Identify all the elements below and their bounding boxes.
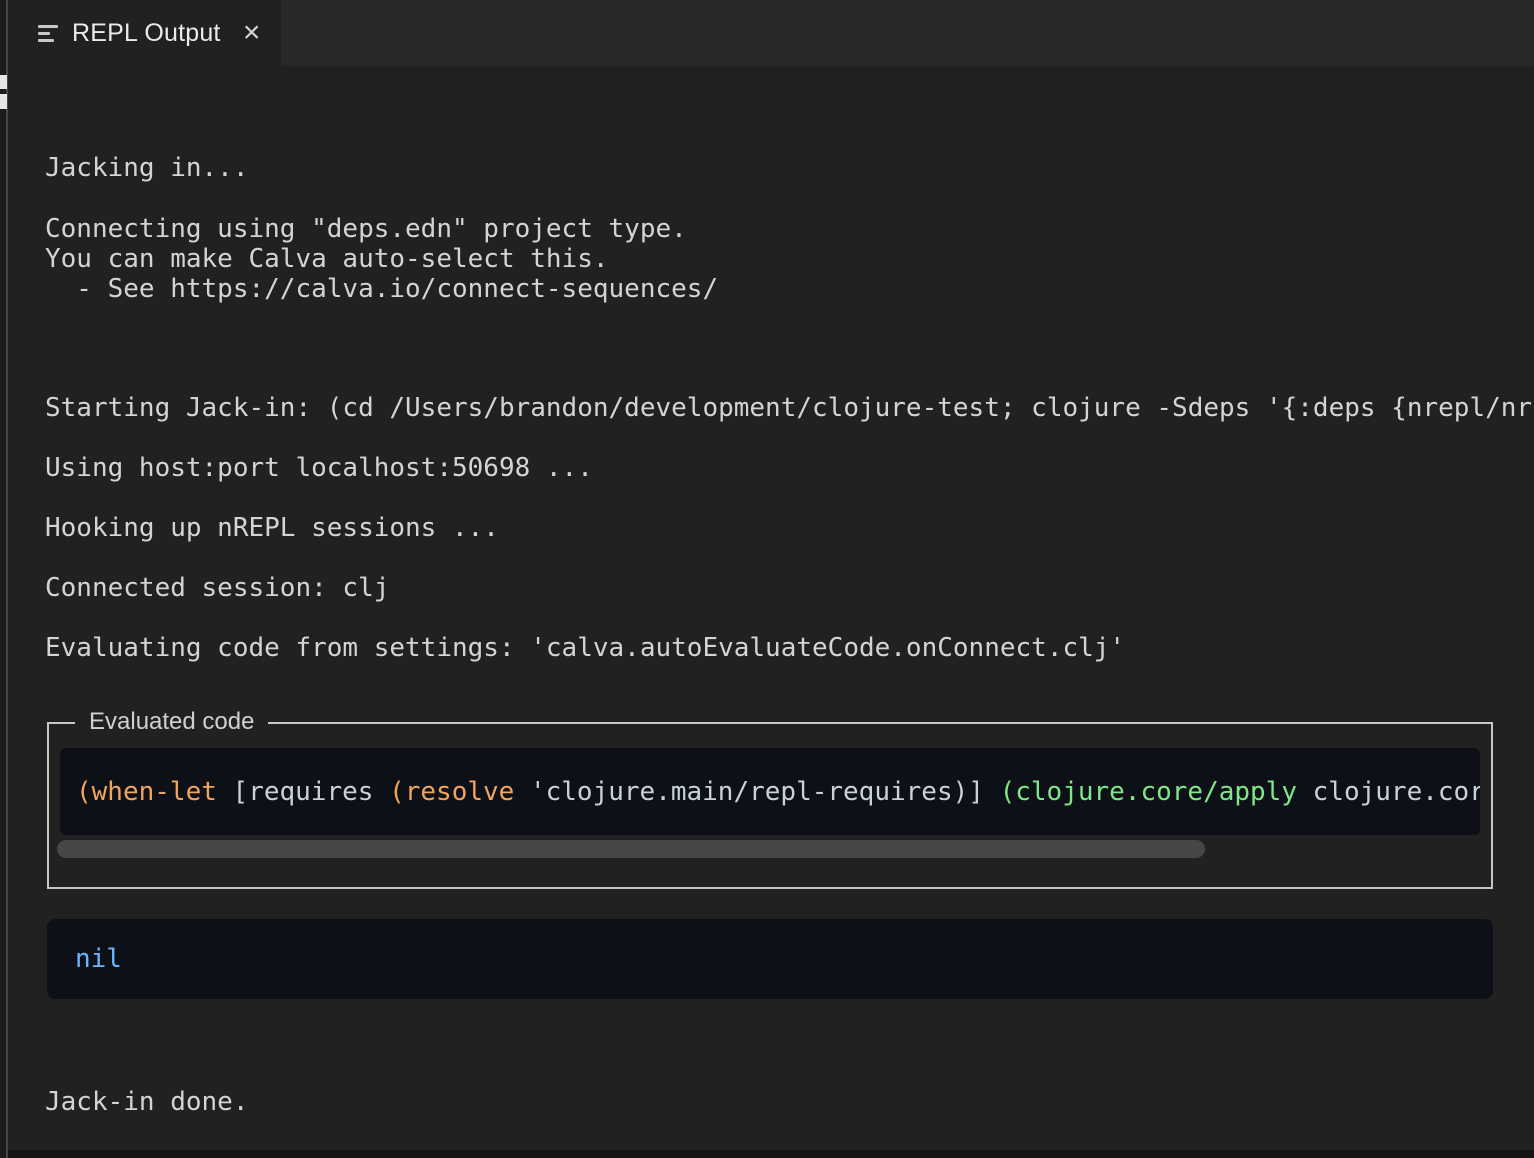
code-token: [requires bbox=[217, 777, 389, 807]
scrollbar-thumb[interactable] bbox=[57, 840, 1205, 858]
result-box: nil bbox=[47, 919, 1493, 999]
left-edge-artifact bbox=[0, 94, 7, 109]
code-token: 'clojure.main/repl-requires)] bbox=[514, 777, 999, 807]
result-value: nil bbox=[47, 944, 122, 974]
output-line: - See https://calva.io/connect-sequences… bbox=[45, 274, 1534, 304]
close-icon[interactable]: × bbox=[237, 18, 267, 48]
output-line: You can make Calva auto-select this. bbox=[45, 244, 1534, 274]
code-token: clojure.core bbox=[1297, 777, 1480, 807]
clojure-code-line: (when-let [requires (resolve 'clojure.ma… bbox=[60, 777, 1480, 807]
bottom-panel-edge bbox=[0, 1150, 1534, 1158]
repl-output-content: Jacking in... Connecting using "deps.edn… bbox=[0, 66, 1534, 1150]
output-icon bbox=[38, 23, 60, 43]
tab-repl-output[interactable]: REPL Output × bbox=[8, 0, 281, 66]
output-line: Using host:port localhost:50698 ... bbox=[45, 453, 1534, 483]
code-token: (clojure.core/apply bbox=[1000, 777, 1297, 807]
panel-divider bbox=[6, 0, 8, 1158]
output-line-jackin-command: Starting Jack-in: (cd /Users/brandon/dev… bbox=[45, 393, 1534, 423]
repl-output-window: REPL Output × Jacking in... Connecting u… bbox=[0, 0, 1534, 1158]
tab-label: REPL Output bbox=[72, 19, 221, 48]
evaluated-code-block: (when-let [requires (resolve 'clojure.ma… bbox=[60, 748, 1480, 835]
output-line: Connecting using "deps.edn" project type… bbox=[45, 214, 1534, 244]
code-horizontal-scrollbar[interactable] bbox=[57, 840, 1483, 858]
left-edge-artifact bbox=[0, 75, 7, 89]
output-line: Evaluating code from settings: 'calva.au… bbox=[45, 633, 1534, 663]
evaluated-code-frame: Evaluated code (when-let [requires (reso… bbox=[47, 722, 1493, 889]
code-token: (resolve bbox=[389, 777, 514, 807]
evaluated-code-legend: Evaluated code bbox=[75, 708, 268, 736]
code-token: (when-let bbox=[76, 777, 217, 807]
output-line-jackin-done: Jack-in done. bbox=[45, 1087, 1534, 1117]
output-line: Hooking up nREPL sessions ... bbox=[45, 513, 1534, 543]
editor-tab-bar: REPL Output × bbox=[8, 0, 1534, 66]
output-line: Connected session: clj bbox=[45, 573, 1534, 603]
output-line: Jacking in... bbox=[45, 153, 1534, 183]
